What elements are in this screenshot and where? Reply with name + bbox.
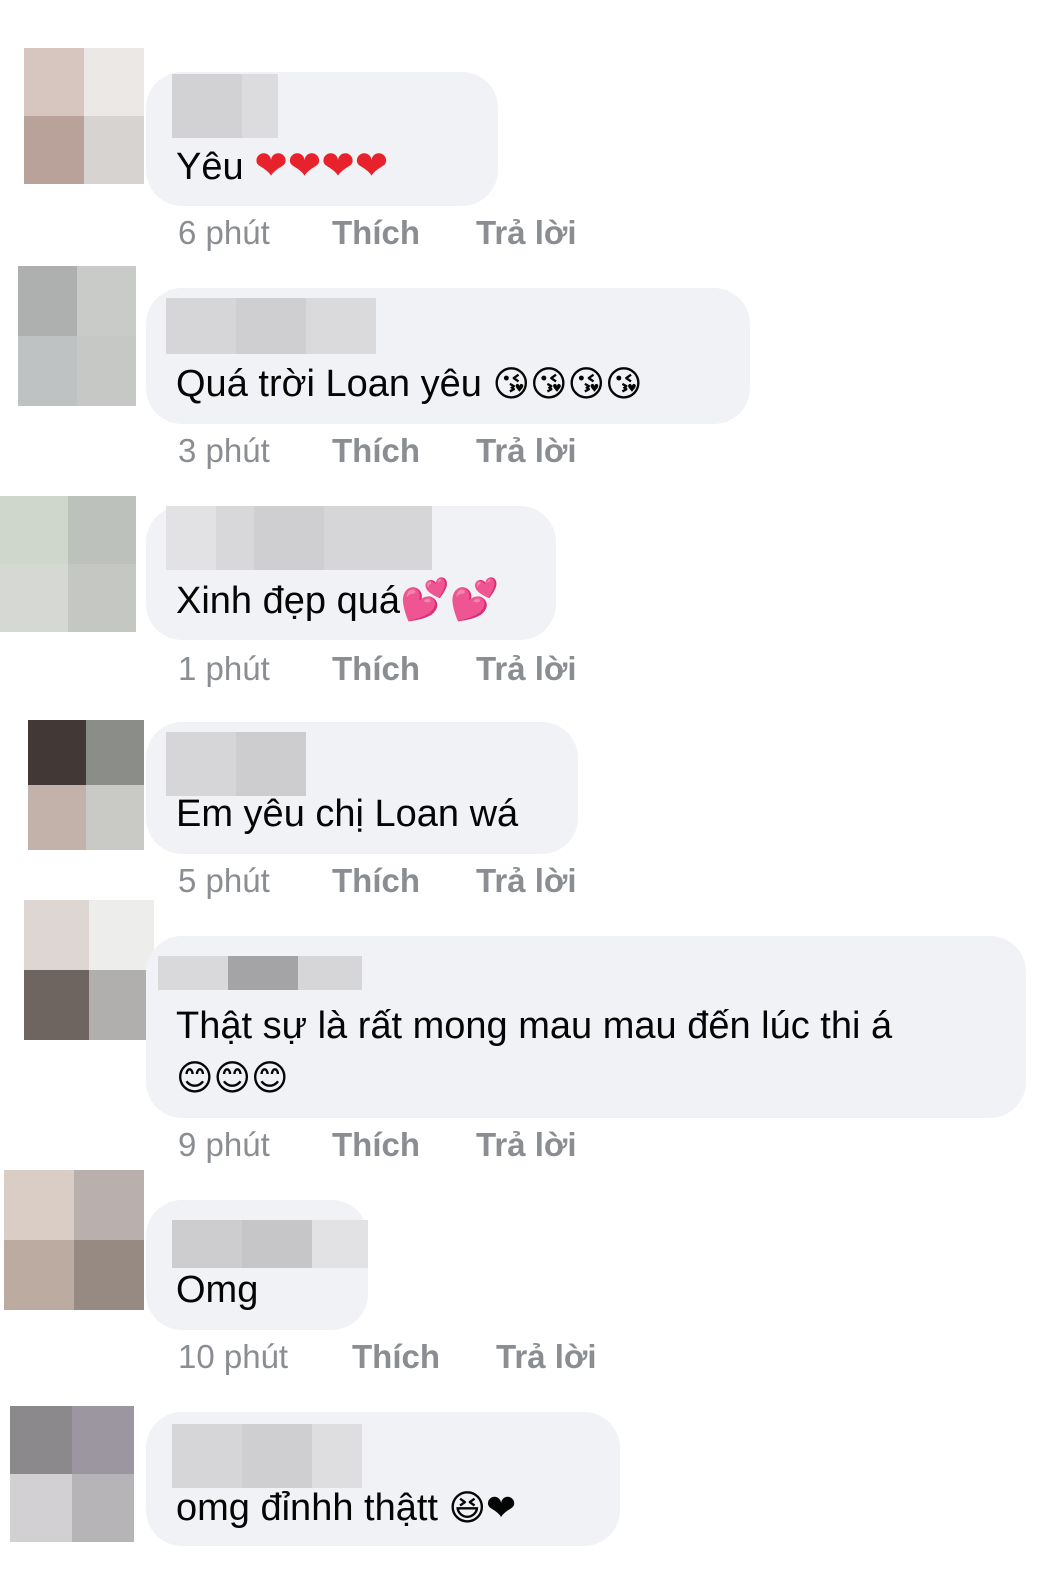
comment-text: omg đỉnhh thậtt 😆❤	[176, 1487, 517, 1529]
avatar[interactable]	[24, 900, 154, 1040]
timestamp[interactable]: 10 phút	[178, 1338, 352, 1376]
comment-bubble: omg đỉnhh thậtt 😆❤	[146, 1412, 620, 1546]
avatar[interactable]	[28, 720, 144, 850]
comment-text: Omg	[176, 1269, 259, 1311]
timestamp[interactable]: 9 phút	[178, 1126, 332, 1164]
commenter-name-blurred[interactable]	[158, 956, 362, 990]
timestamp[interactable]: 1 phút	[178, 650, 332, 688]
reply-button[interactable]: Trả lời	[496, 1338, 597, 1376]
commenter-name-blurred[interactable]	[166, 732, 306, 796]
comment-actions: 5 phút Thích Trả lời	[178, 862, 577, 900]
reply-button[interactable]: Trả lời	[476, 214, 577, 252]
reply-button[interactable]: Trả lời	[476, 862, 577, 900]
like-button[interactable]: Thích	[332, 1126, 476, 1164]
timestamp[interactable]: 6 phút	[178, 214, 332, 252]
comment-actions: 3 phút Thích Trả lời	[178, 432, 577, 470]
avatar[interactable]	[24, 48, 144, 184]
commenter-name-blurred[interactable]	[172, 1220, 368, 1268]
like-button[interactable]: Thích	[352, 1338, 496, 1376]
commenter-name-blurred[interactable]	[172, 74, 278, 138]
kiss-emoji: 😘😘😘😘	[492, 364, 643, 405]
like-button[interactable]: Thích	[332, 650, 476, 688]
avatar[interactable]	[0, 496, 136, 632]
smile-emoji: 😊😊😊	[176, 1058, 289, 1099]
comment-bubble: Quá trời Loan yêu 😘😘😘😘	[146, 288, 750, 424]
laugh-heart-emoji: 😆❤	[448, 1488, 517, 1529]
comment-text: Em yêu chị Loan wá	[176, 793, 519, 835]
comment-text: Thật sự là rất mong mau mau đến lúc thi …	[176, 1005, 893, 1047]
comment-bubble: Thật sự là rất mong mau mau đến lúc thi …	[146, 936, 1026, 1118]
reply-button[interactable]: Trả lời	[476, 650, 577, 688]
comment-bubble: Yêu ❤❤❤❤	[146, 72, 498, 206]
comment-actions: 6 phút Thích Trả lời	[178, 214, 577, 252]
comment-text: Xinh đẹp quá💕💕	[176, 577, 500, 623]
comment-actions: 10 phút Thích Trả lời	[178, 1338, 597, 1376]
comment-text: Yêu ❤❤❤❤	[176, 143, 389, 189]
comment-bubble: Em yêu chị Loan wá	[146, 722, 578, 854]
comment-text: Quá trời Loan yêu 😘😘😘😘	[176, 363, 643, 405]
comment-bubble: Omg	[146, 1200, 368, 1330]
comment-actions: 9 phút Thích Trả lời	[178, 1126, 577, 1164]
like-button[interactable]: Thích	[332, 432, 476, 470]
commenter-name-blurred[interactable]	[166, 298, 376, 354]
avatar[interactable]	[18, 266, 136, 406]
timestamp[interactable]: 3 phút	[178, 432, 332, 470]
reply-button[interactable]: Trả lời	[476, 1126, 577, 1164]
two-hearts-emoji: 💕💕	[399, 577, 500, 623]
comment-actions: 1 phút Thích Trả lời	[178, 650, 577, 688]
like-button[interactable]: Thích	[332, 214, 476, 252]
heart-emoji: ❤❤❤❤	[254, 143, 389, 189]
avatar[interactable]	[4, 1170, 144, 1310]
timestamp[interactable]: 5 phút	[178, 862, 332, 900]
comment-emoji-line: 😊😊😊	[176, 1052, 289, 1105]
reply-button[interactable]: Trả lời	[476, 432, 577, 470]
commenter-name-blurred[interactable]	[166, 506, 432, 570]
comment-bubble: Xinh đẹp quá💕💕	[146, 506, 556, 640]
commenter-name-blurred[interactable]	[172, 1424, 362, 1488]
avatar[interactable]	[10, 1406, 134, 1542]
like-button[interactable]: Thích	[332, 862, 476, 900]
